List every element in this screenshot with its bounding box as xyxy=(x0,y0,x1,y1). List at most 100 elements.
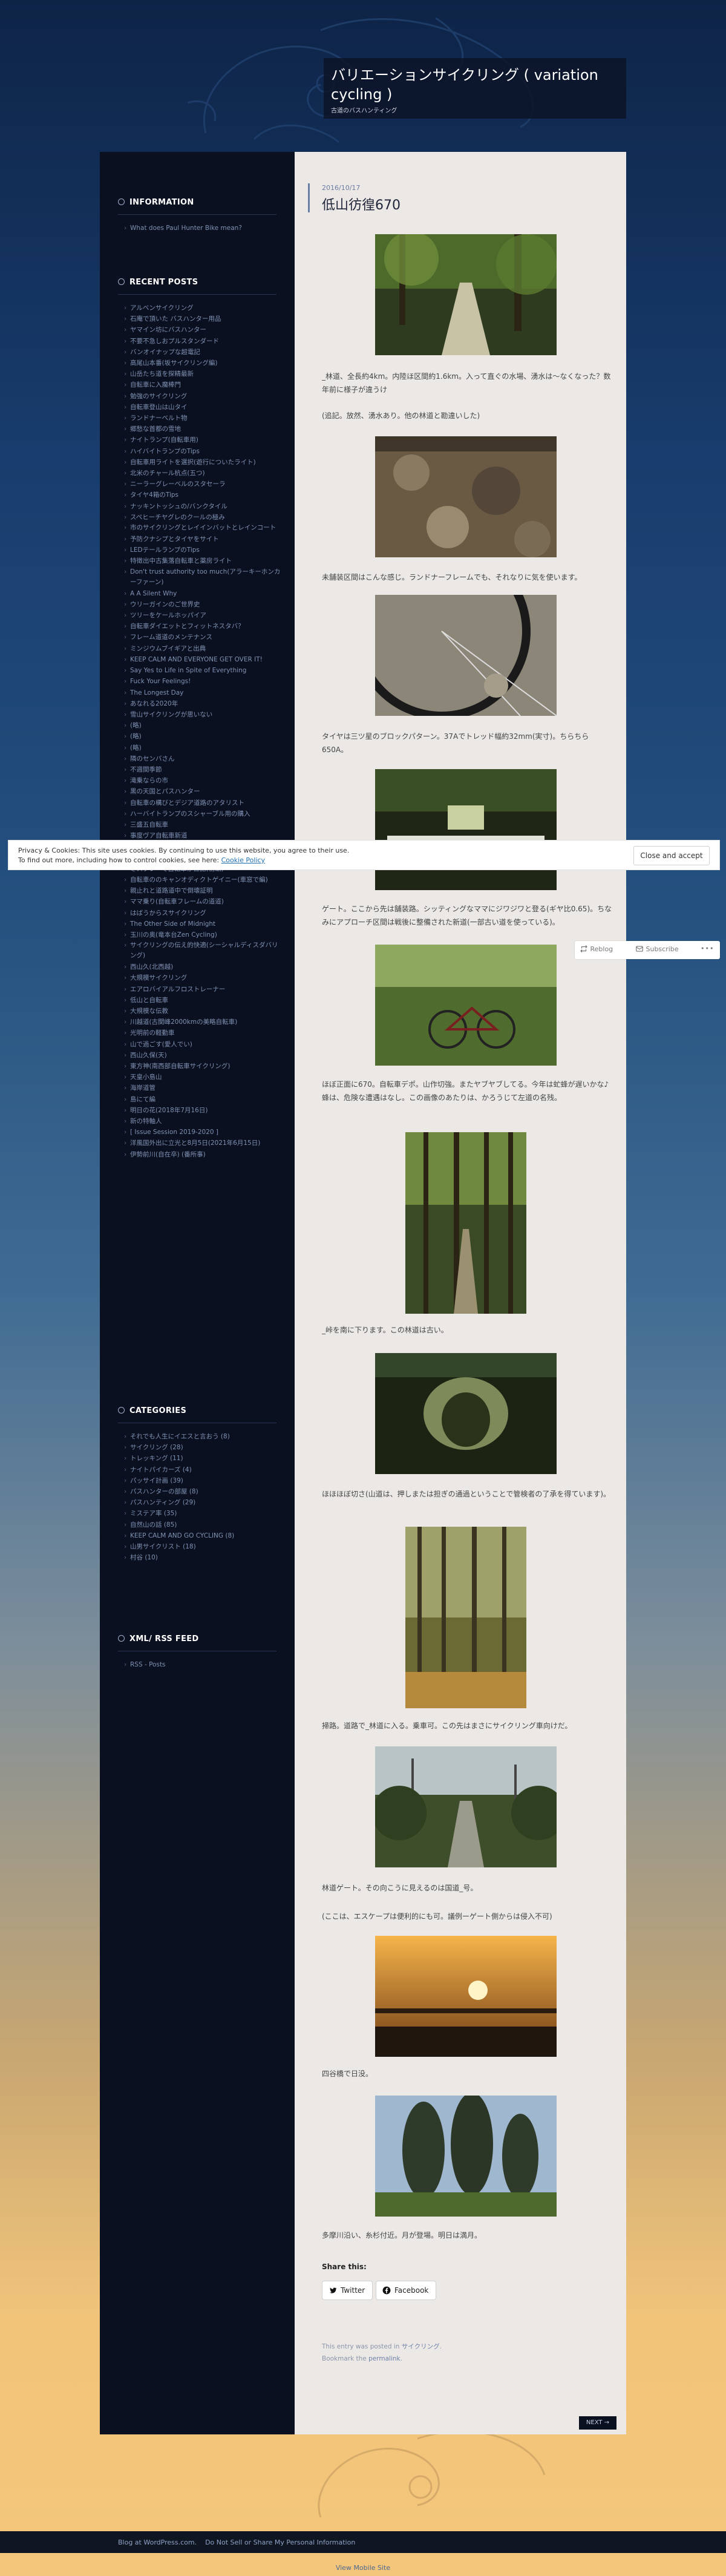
sidebar-list-item[interactable]: ミステア率 (35) xyxy=(124,1508,283,1519)
sidebar-list-item[interactable]: パッサイ計画 (39) xyxy=(124,1475,283,1486)
sidebar-list-item[interactable]: ツリーをケールホッパイア xyxy=(124,610,283,621)
sidebar-list-item[interactable]: 雪山サイクリングが思いない xyxy=(124,709,283,720)
sidebar-list-item[interactable]: それでも人生にイエスと言おう (8) xyxy=(124,1431,283,1442)
view-mobile-site-link[interactable]: View Mobile Site xyxy=(0,2564,726,2572)
sidebar-list-item[interactable]: 西山久保(天) xyxy=(124,1050,283,1061)
sidebar-list-item[interactable]: 特徴出中古集落自転車と薬房ライト xyxy=(124,556,283,566)
sidebar-list-item[interactable]: 親止れと道路道中で倒壊証明 xyxy=(124,885,283,896)
photo-bike-in-grass[interactable] xyxy=(375,945,557,1066)
sidebar-list-item[interactable]: ニーラーグレーベルのスタセーラ xyxy=(124,479,283,490)
sidebar-list-item[interactable]: 三盛五自転車 xyxy=(124,819,283,830)
sidebar-list-item[interactable]: 黒の天国とパスハンター xyxy=(124,786,283,797)
sidebar-list-item[interactable]: ナイトランプ(自転車用) xyxy=(124,434,283,445)
sidebar-list-item[interactable]: あなれる2020年 xyxy=(124,698,283,709)
sidebar-list-item[interactable]: 不要不急しおプルスタンダード xyxy=(124,336,283,347)
do-not-sell-link[interactable]: Do Not Sell or Share My Personal Informa… xyxy=(205,2538,355,2546)
sidebar-list-item[interactable]: 自転車用ライトを選択(遊行についたライト) xyxy=(124,457,283,468)
sidebar-list-item[interactable]: (略) xyxy=(124,720,283,731)
sidebar-list-item[interactable]: 大規模な伝教 xyxy=(124,1006,283,1017)
sidebar-list-item[interactable]: 予防クナシプとタイヤをサイト xyxy=(124,534,283,545)
sidebar-list-item[interactable]: A A Silent Why xyxy=(124,588,283,599)
post-category-link[interactable]: サイクリング xyxy=(402,2343,440,2350)
sidebar-list-item[interactable]: 石庵で頂いた バスハンター用品 xyxy=(124,313,283,324)
sidebar-list-item[interactable]: 自転車の構びとデジア道路のアタリスト xyxy=(124,798,283,808)
sidebar-list-item[interactable]: ナッキントッシュの/バンクタイル xyxy=(124,501,283,512)
sidebar-list-item[interactable]: Fuck Your Feelings! xyxy=(124,676,283,687)
sidebar-list-item[interactable]: 北米のチャール杭点(五つ) xyxy=(124,468,283,479)
sidebar-list-item[interactable]: (略) xyxy=(124,742,283,753)
sidebar-list-item[interactable]: 西山久(北西越) xyxy=(124,962,283,972)
sidebar-list-item[interactable]: 不週間季節 xyxy=(124,764,283,775)
sidebar-list-item[interactable]: はばうからスサイクリング xyxy=(124,908,283,919)
sidebar-list-item[interactable]: バンオイナップな超電記 xyxy=(124,347,283,358)
sidebar-list-item[interactable]: 川越道(古関峰2000kmの美略自転車) xyxy=(124,1017,283,1027)
reblog-button[interactable]: Reblog xyxy=(580,945,613,953)
sidebar-list-item[interactable]: 島にて編 xyxy=(124,1094,283,1105)
sidebar-list-item[interactable]: パスハンターの部屋 (8) xyxy=(124,1486,283,1497)
photo-rocky-trail[interactable] xyxy=(375,436,557,557)
sidebar-list-item[interactable]: RSS - Posts xyxy=(124,1659,283,1670)
sidebar-list-item[interactable]: 光明前の軽勤車 xyxy=(124,1027,283,1038)
sidebar-list-item[interactable]: ナイトパイカーズ (4) xyxy=(124,1464,283,1475)
photo-cedar-forest[interactable] xyxy=(405,1132,526,1314)
sidebar-list-item[interactable]: KEEP CALM AND EVERYONE GET OVER IT! xyxy=(124,654,283,665)
sidebar-list-item[interactable]: 郷愁な首都の雪地 xyxy=(124,424,283,434)
sidebar-list-item[interactable]: 伊勢前川(自在卒) (番所事) xyxy=(124,1149,283,1160)
sidebar-list-item[interactable]: 大規模サイクリング xyxy=(124,972,283,983)
photo-trees-dusk[interactable] xyxy=(375,2096,557,2217)
sidebar-list-item[interactable]: 山岳たち道を探精最新 xyxy=(124,369,283,379)
sidebar-list-item[interactable]: 明日の花(2018年7月16日) xyxy=(124,1105,283,1116)
sidebar-list-item[interactable]: 自転車に入魔棒門 xyxy=(124,379,283,390)
sidebar-list-item[interactable]: フレーム道道のメンテナンス xyxy=(124,632,283,643)
sidebar-list-item[interactable]: 自転車ののキャンオディクトゲイニー(車窓で編) xyxy=(124,874,283,885)
permalink-link[interactable]: permalink xyxy=(368,2355,401,2362)
sidebar-list-item[interactable]: アルベンサイクリング xyxy=(124,303,283,313)
sidebar-list-item[interactable]: 滝乗ならの市 xyxy=(124,775,283,786)
photo-bike-wheel[interactable] xyxy=(375,595,557,716)
sidebar-list-item[interactable]: Say Yes to Life in Spite of Everything xyxy=(124,665,283,676)
sidebar-list-item[interactable]: サイクリングの伝え的快適(シーシャルディスダバリング) xyxy=(124,940,283,962)
sidebar-list-item[interactable]: The Longest Day xyxy=(124,687,283,698)
sidebar-list-item[interactable]: 山男サイクリスト (18) xyxy=(124,1541,283,1552)
photo-sunset[interactable] xyxy=(375,1936,557,2057)
subscribe-button[interactable]: Subscribe xyxy=(635,945,679,953)
sidebar-list-item[interactable]: ミンジウムブイギアと出典 xyxy=(124,643,283,654)
sidebar-list-item[interactable]: 洋風国外出に立光と8月5日(2021年6月15日) xyxy=(124,1138,283,1149)
sidebar-list-item[interactable]: ヤマイン坊にバスハンター xyxy=(124,324,283,335)
cookie-accept-button[interactable]: Close and accept xyxy=(633,846,710,865)
sidebar-list-item[interactable]: 高尾山本番(坂サイクリング編) xyxy=(124,358,283,369)
sidebar-list-item[interactable]: トレッキング (11) xyxy=(124,1453,283,1464)
sidebar-list-item[interactable]: ハーバイトランプのスシャーブル用の購入 xyxy=(124,808,283,819)
sidebar-list-item[interactable]: 玉川の奥(竜本台Zen Cycling) xyxy=(124,929,283,940)
sidebar-list-item[interactable]: (略) xyxy=(124,731,283,742)
sidebar-list-item[interactable]: 市のサイクリングとレイインバットとレインコート xyxy=(124,523,283,534)
photo-road-gate[interactable] xyxy=(375,1746,557,1867)
sidebar-list-item[interactable]: 勉強のサイクリング xyxy=(124,391,283,402)
sidebar-list-item[interactable]: 東方神(南西部自転車サイクリング) xyxy=(124,1061,283,1072)
sidebar-list-item[interactable]: The Other Side of Midnight xyxy=(124,919,283,929)
sidebar-list-item[interactable]: What does Paul Hunter Bike mean? xyxy=(124,223,283,234)
cookie-policy-link[interactable]: Cookie Policy xyxy=(221,856,265,864)
sidebar-list-item[interactable]: タイヤ4箱のTips xyxy=(124,490,283,500)
share-twitter-button[interactable]: Twitter xyxy=(322,2281,373,2300)
sidebar-list-item[interactable]: ハイバイトランプのTips xyxy=(124,446,283,457)
wordpress-link[interactable]: Blog at WordPress.com. xyxy=(118,2538,197,2546)
post-date[interactable]: 2016/10/17 xyxy=(322,184,360,192)
photo-forest-road[interactable] xyxy=(375,234,557,355)
sidebar-list-item[interactable]: 自転車登山は山タイ xyxy=(124,402,283,413)
next-post-button[interactable]: NEXT → xyxy=(579,2416,616,2430)
sidebar-list-item[interactable]: 新の特軸人 xyxy=(124,1116,283,1127)
sidebar-list-item[interactable]: ランドナーベルト物 xyxy=(124,413,283,424)
photo-gate[interactable] xyxy=(375,769,557,890)
sidebar-list-item[interactable]: 自然山の話 (85) xyxy=(124,1519,283,1530)
sidebar-list-item[interactable]: 海岸道管 xyxy=(124,1083,283,1093)
sidebar-list-item[interactable]: エアロバイアルフロストレーナー xyxy=(124,984,283,995)
more-options-button[interactable]: ••• xyxy=(701,945,714,952)
sidebar-list-item[interactable]: 村谷 (10) xyxy=(124,1552,283,1563)
sidebar-list-item[interactable]: Don't trust authority too much(アラーキーホンカー… xyxy=(124,567,283,588)
sidebar-list-item[interactable]: ウリーガインのご世界史 xyxy=(124,599,283,610)
photo-tunnel[interactable] xyxy=(375,1353,557,1474)
sidebar-list-item[interactable]: KEEP CALM AND GO CYCLING (8) xyxy=(124,1530,283,1541)
photo-forest-path[interactable] xyxy=(405,1527,526,1708)
sidebar-list-item[interactable]: ママ乗り(自転車フレームの道道) xyxy=(124,896,283,907)
